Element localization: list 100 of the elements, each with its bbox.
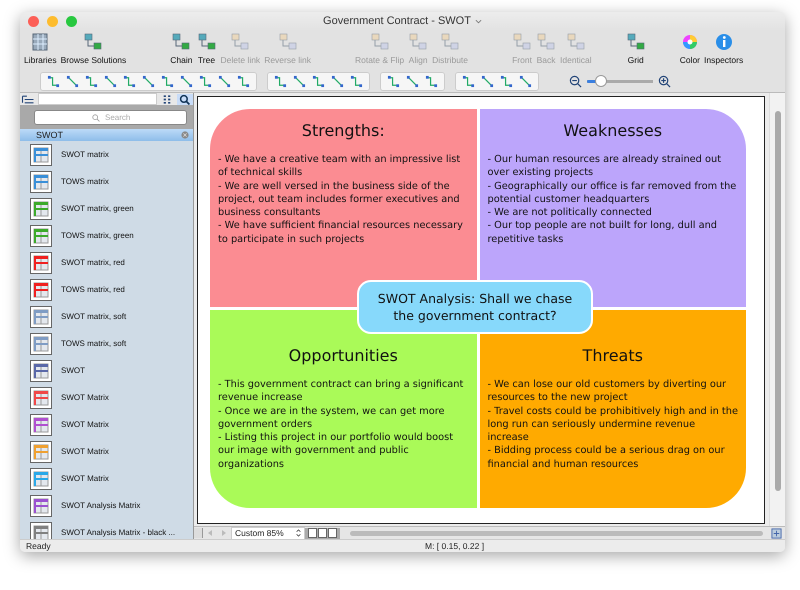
search-icon [92,114,100,122]
connector-tool-icon[interactable] [462,74,475,88]
zoom-dropdown[interactable]: Custom 85% [231,526,305,540]
close-button[interactable] [28,16,39,27]
library-item-label[interactable]: SWOT Matrix [61,393,109,402]
nodes-icon [230,32,250,52]
library-item-label[interactable]: SWOT Matrix [61,474,109,483]
matrix-thumbnail-icon[interactable] [30,198,52,220]
library-item-label[interactable]: TOWS matrix, soft [61,339,126,348]
mouse-coordinates: M: [ 0.15, 0.22 ] [425,541,484,551]
matrix-thumbnail-icon[interactable] [30,252,52,274]
library-item-label[interactable]: TOWS matrix, green [61,231,134,240]
status-text: Ready [25,541,51,551]
nodes-icon [512,32,532,52]
zoom-in-icon[interactable] [658,74,671,88]
quadrant-title: Weaknesses [562,121,664,140]
stepper-icon[interactable] [296,529,301,537]
connector-tool-icon[interactable] [481,74,494,88]
matrix-thumbnail-icon[interactable] [30,386,52,408]
matrix-thumbnail-icon[interactable] [30,440,52,462]
connector-tool-icon[interactable] [237,74,250,88]
horizontal-scrollbar[interactable] [350,530,763,536]
matrix-thumbnail-icon[interactable] [30,144,52,166]
library-item-label[interactable]: SWOT Analysis Matrix [61,501,140,510]
library-header[interactable]: SWOT [20,129,193,141]
library-name: SWOT [36,130,63,140]
nodes-icon [83,32,104,52]
connector-tool-icon[interactable] [350,74,363,88]
matrix-thumbnail-icon[interactable] [30,332,52,354]
fit-icon[interactable] [771,528,782,538]
quadrant-text: - Our top people are not built for long, dull and repetitive tasks [488,219,718,246]
close-icon[interactable] [181,131,189,139]
filter-field[interactable] [38,93,157,105]
quadrant-text: - Geographically our office is far removed from the potential customer headquarters [488,180,738,206]
zoom-out-icon[interactable] [569,74,582,88]
library-item-label[interactable]: SWOT matrix [61,150,109,159]
connector-tool-icon[interactable] [406,74,419,88]
search-field[interactable]: Search [34,110,187,125]
central-question: SWOT Analysis: Shall we chase the government contract? [357,280,593,334]
toolbar-button[interactable]: Browse Solutions [58,30,128,65]
vertical-scrollbar[interactable] [769,93,785,526]
library-item-label[interactable]: SWOT matrix, green [61,204,134,213]
page-view-buttons[interactable] [305,528,340,538]
tree-view-icon[interactable] [20,94,36,104]
connector-tool-icon[interactable] [218,74,231,88]
connector-tool-icon[interactable] [199,74,212,88]
library-item-label[interactable]: SWOT [61,366,85,375]
quadrant-text: - Travel costs could be prohibitively high and in the long run can seriously undermine revenue increase [488,404,738,444]
connector-tool-icon[interactable] [123,74,136,88]
quadrant-text: - Bidding process could be a serious drag on our financial and human resources [488,444,726,472]
connector-tool-icon[interactable] [85,74,98,88]
search-icon[interactable] [177,94,193,104]
library-item-label[interactable]: SWOT Matrix [61,447,109,456]
matrix-thumbnail-icon[interactable] [30,468,52,490]
connector-tool-icon[interactable] [66,74,79,88]
connector-tool-icon[interactable] [47,74,60,88]
quadrant-title: Opportunities [288,346,399,365]
toolbar-button[interactable]: Libraries [22,30,59,65]
matrix-thumbnail-icon[interactable] [30,224,52,246]
connector-tool-icon[interactable] [293,74,306,88]
toolbar-button[interactable]: Grid [624,30,648,65]
connector-tool-icon[interactable] [142,74,155,88]
connector-tool-icon[interactable] [161,74,174,88]
matrix-thumbnail-icon[interactable] [30,522,52,539]
quadrant-text: - We are well versed in the business side of the project, out team includes former executives and business consultants [218,180,461,220]
connector-tool-icon[interactable] [425,74,438,88]
connector-tool-icon[interactable] [519,74,532,88]
matrix-thumbnail-icon[interactable] [30,360,52,382]
connector-tool-icon[interactable] [387,74,400,88]
connector-tool-icon[interactable] [312,74,325,88]
library-item-label[interactable]: SWOT matrix, red [61,258,125,267]
matrix-thumbnail-icon[interactable] [30,414,52,436]
library-item-label[interactable]: TOWS matrix [61,177,109,186]
library-item-label[interactable]: SWOT Matrix [61,420,109,429]
chevron-icon[interactable] [474,18,482,24]
toolbar-button[interactable]: Tree [194,30,218,65]
connector-tool-icon[interactable] [500,74,513,88]
toolbar-button[interactable]: Color [678,30,702,65]
matrix-thumbnail-icon[interactable] [30,306,52,328]
nodes-icon [566,32,586,52]
nodes-icon [440,32,460,52]
library-item-label[interactable]: TOWS matrix, red [61,285,125,294]
quadrant-text: - Once we are in the system, we can get more government orders [218,404,446,432]
connector-tool-icon[interactable] [104,74,117,88]
toolbar-button[interactable]: Inspectors [702,30,746,65]
library-item-label[interactable]: SWOT matrix, soft [61,312,126,321]
matrix-thumbnail-icon[interactable] [30,494,52,516]
connector-tool-icon[interactable] [331,74,344,88]
matrix-thumbnail-icon[interactable] [30,278,52,300]
quadrant-title: Strengths: [300,121,386,140]
connector-tool-icon[interactable] [274,74,287,88]
grid-icon [30,32,50,52]
connector-tool-icon[interactable] [180,74,193,88]
library-item-label[interactable]: SWOT Analysis Matrix - black ... [61,528,176,537]
quadrant-title: Threats [582,346,644,365]
nodes-icon [278,32,298,52]
nodes-icon [171,32,192,52]
toolbar-button[interactable]: Chain [168,30,194,65]
matrix-thumbnail-icon[interactable] [30,170,52,192]
quadrant-text: - This government contract can bring a significant revenue increase [218,378,464,405]
